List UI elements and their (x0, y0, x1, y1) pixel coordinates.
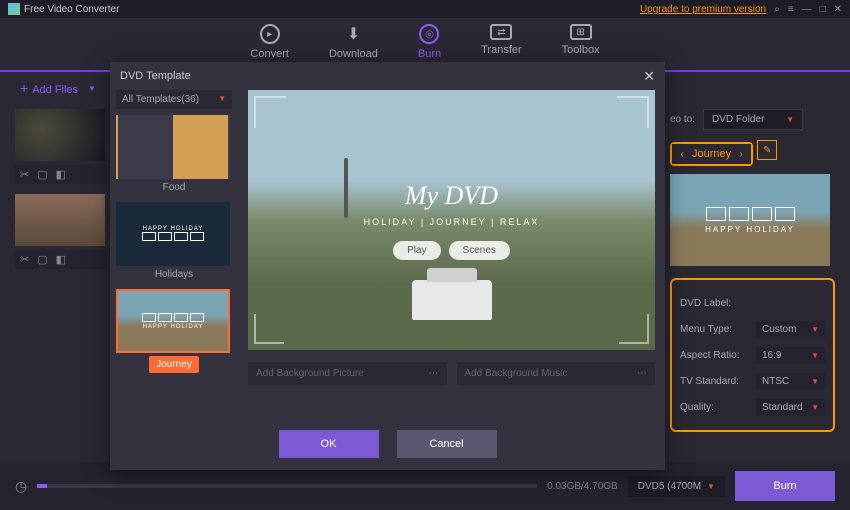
tab-label: Toolbox (562, 44, 600, 56)
template-item-holidays[interactable]: HAPPY HOLIDAY Holidays (116, 202, 232, 283)
tab-label: Download (329, 48, 378, 60)
dvd-title-text: My DVD (405, 181, 498, 211)
template-name: Journey (692, 148, 731, 160)
dvd-template-modal: DVD Template ✕ All Templates(36)▼ Food H… (110, 62, 665, 470)
tab-label: Burn (418, 48, 441, 60)
template-preview: My DVD HOLIDAY | JOURNEY | RELAX Play Sc… (248, 90, 655, 350)
cut-icon[interactable]: ✂ (20, 253, 29, 266)
scrollbar-thumb[interactable] (344, 158, 348, 218)
modal-close-icon[interactable]: ✕ (643, 68, 655, 85)
browse-icon: ⋯ (429, 368, 439, 379)
clock-icon[interactable]: ◷ (15, 478, 27, 495)
app-logo (8, 3, 20, 15)
quality-label: Quality: (680, 402, 750, 413)
cancel-button[interactable]: Cancel (397, 430, 497, 458)
template-item-food[interactable]: Food (116, 115, 232, 196)
chevron-down-icon[interactable]: ▼ (88, 84, 96, 93)
app-title: Free Video Converter (24, 4, 119, 15)
template-preview-thumb: HAPPY HOLIDAY (670, 174, 830, 266)
ok-button[interactable]: OK (279, 430, 379, 458)
tvstd-dropdown[interactable]: NTSC▼ (756, 373, 825, 390)
dvd-subtitle: HOLIDAY | JOURNEY | RELAX (364, 217, 540, 227)
minimize-icon[interactable]: — (802, 4, 812, 15)
menutype-label: Menu Type: (680, 324, 750, 335)
maximize-icon[interactable]: □ (820, 4, 826, 15)
burn-button[interactable]: Burn (735, 471, 835, 501)
upgrade-link[interactable]: Upgrade to premium version (640, 4, 766, 15)
crop-icon[interactable]: ▢ (37, 168, 47, 181)
video-thumb[interactable] (15, 109, 105, 161)
aspect-dropdown[interactable]: 16:9▼ (756, 347, 825, 364)
disc-type-dropdown[interactable]: DVD5 (4700M▼ (628, 476, 725, 497)
effect-icon[interactable]: ◧ (56, 253, 66, 266)
tvstd-label: TV Standard: (680, 376, 750, 387)
add-files-button[interactable]: +Add Files (20, 80, 78, 96)
search-icon[interactable]: ⌕ (774, 4, 780, 15)
aspect-label: Aspect Ratio: (680, 350, 750, 361)
template-prev-button[interactable]: ‹ (672, 144, 692, 164)
tab-label: Convert (250, 48, 289, 60)
template-next-button[interactable]: › (731, 144, 751, 164)
tab-label: Transfer (481, 44, 522, 56)
edit-template-icon[interactable]: ✎ (757, 140, 777, 160)
video-thumb[interactable] (15, 194, 105, 246)
template-filter-dropdown[interactable]: All Templates(36)▼ (116, 90, 232, 109)
close-icon[interactable]: ✕ (834, 4, 842, 15)
menutype-dropdown[interactable]: Custom▼ (756, 321, 825, 338)
effect-icon[interactable]: ◧ (56, 168, 66, 181)
template-item-journey[interactable]: HAPPY HOLIDAY Journey (116, 289, 232, 373)
menu-icon[interactable]: ≡ (788, 4, 794, 15)
burnto-label: eo to: (670, 114, 695, 125)
quality-dropdown[interactable]: Standard▼ (756, 399, 825, 416)
burnto-dropdown[interactable]: DVD Folder▼ (703, 109, 803, 130)
dvd-play-button[interactable]: Play (393, 241, 440, 260)
browse-icon: ⋯ (637, 368, 647, 379)
dvdlabel-label: DVD Label: (680, 298, 750, 309)
bg-picture-input[interactable]: Add Background Picture⋯ (248, 362, 447, 385)
modal-title: DVD Template (120, 70, 191, 82)
dvd-scenes-button[interactable]: Scenes (449, 241, 510, 260)
crop-icon[interactable]: ▢ (37, 253, 47, 266)
disc-size-info: 0.03GB/4.70GB (547, 481, 618, 492)
dvd-settings-panel: DVD Label: Menu Type: Custom▼ Aspect Rati… (670, 278, 835, 432)
cut-icon[interactable]: ✂ (20, 168, 29, 181)
bg-music-input[interactable]: Add Background Music⋯ (457, 362, 656, 385)
disc-usage-bar (37, 484, 537, 488)
